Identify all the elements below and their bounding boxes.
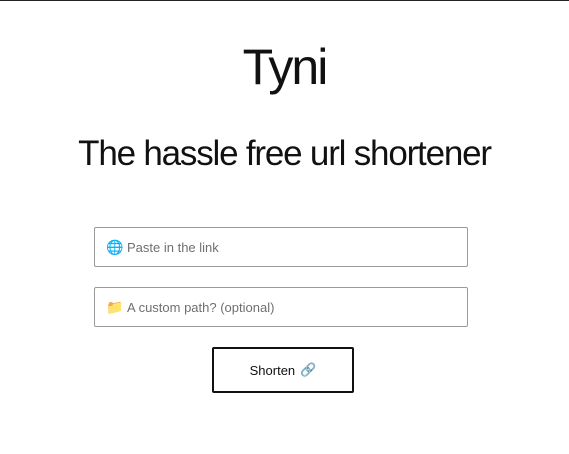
custom-path-input[interactable]: [127, 288, 467, 326]
shorten-button-label: Shorten: [249, 362, 296, 378]
link-icon: 🔗: [300, 362, 317, 377]
shorten-button[interactable]: Shorten 🔗: [212, 347, 354, 393]
link-input[interactable]: [127, 228, 467, 266]
globe-icon: 🌐: [106, 239, 124, 255]
page: Tyni The hassle free url shortener 🌐 📁 S…: [0, 0, 569, 454]
custom-path-field[interactable]: 📁: [94, 287, 468, 327]
link-field[interactable]: 🌐: [94, 227, 468, 267]
page-subtitle: The hassle free url shortener: [78, 134, 492, 173]
app-title: Tyni: [242, 39, 329, 95]
folder-icon: 📁: [106, 299, 124, 315]
